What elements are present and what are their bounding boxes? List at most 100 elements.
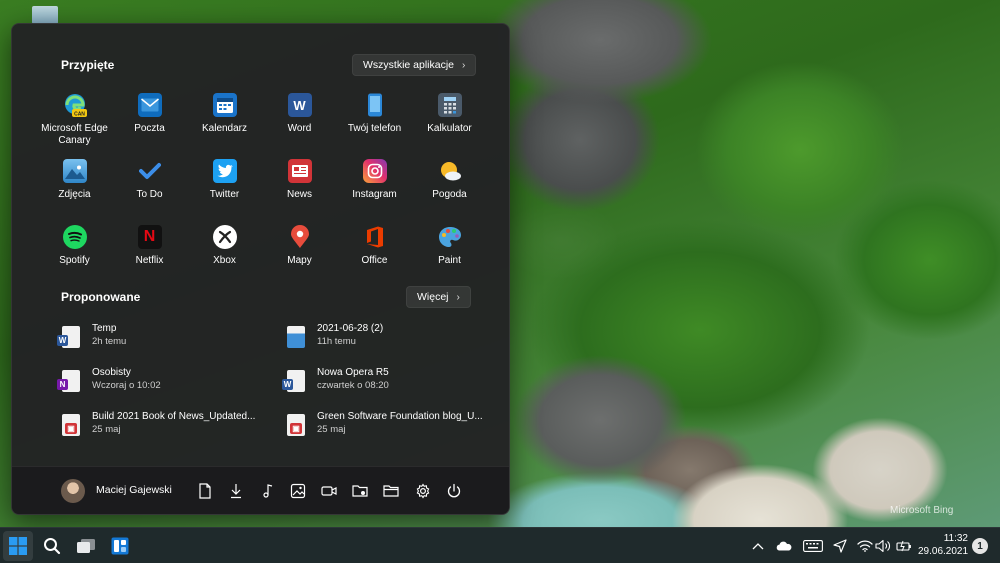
app-label: Twój telefon xyxy=(347,123,402,134)
app-label: Xbox xyxy=(213,255,236,266)
pinned-app-pogoda[interactable]: Pogoda xyxy=(412,156,487,222)
clock-time: 11:32 xyxy=(943,533,968,544)
avatar[interactable] xyxy=(61,479,85,503)
recommended-list: W Temp 2h temu 2021-06-28 (2) 11h temu N O… xyxy=(57,322,492,454)
pinned-app-news[interactable]: News xyxy=(262,156,337,222)
chevron-right-icon: › xyxy=(462,59,466,71)
app-label: Mapy xyxy=(287,255,312,266)
music-icon[interactable] xyxy=(257,481,277,501)
calculator-icon xyxy=(437,93,462,117)
pinned-app-office[interactable]: Office xyxy=(337,222,412,288)
wifi-icon[interactable] xyxy=(856,537,874,555)
recommended-name: Build 2021 Book of News_Updated... xyxy=(92,411,256,422)
search-icon xyxy=(44,538,61,555)
recommended-time: 25 maj xyxy=(92,424,121,435)
recommended-title: Proponowane xyxy=(61,290,141,304)
recommended-item[interactable]: ▣ Green Software Foundation blog_U... 25 … xyxy=(287,410,492,454)
app-label: News xyxy=(286,189,312,200)
pdf-file-icon: ▣ xyxy=(62,414,80,436)
downloads-icon[interactable] xyxy=(226,481,246,501)
recommended-item[interactable]: W Temp 2h temu xyxy=(57,322,287,366)
recommended-time: 11h temu xyxy=(317,336,356,347)
recommended-name: Osobisty xyxy=(92,367,131,378)
calendar-icon xyxy=(212,93,237,117)
volume-icon[interactable] xyxy=(874,537,892,555)
more-button[interactable]: Więcej › xyxy=(406,286,471,308)
all-apps-label: Wszystkie aplikacje xyxy=(363,59,455,71)
recommended-item[interactable]: N Osobisty Wczoraj o 10:02 xyxy=(57,366,287,410)
pdf-file-icon: ▣ xyxy=(287,414,305,436)
videos-icon[interactable] xyxy=(319,481,339,501)
image-file-icon xyxy=(287,326,305,348)
widgets-icon xyxy=(111,537,129,555)
pinned-app-word[interactable]: W Word xyxy=(262,90,337,156)
pinned-app-edge-canary[interactable]: CAN Microsoft Edge Canary xyxy=(37,90,112,156)
pinned-app-poczta[interactable]: Poczta xyxy=(112,90,187,156)
app-label: Twitter xyxy=(209,189,240,200)
pinned-app-to-do[interactable]: To Do xyxy=(112,156,187,222)
file-explorer-icon[interactable] xyxy=(381,481,401,501)
pinned-app-twoj-telefon[interactable]: Twój telefon xyxy=(337,90,412,156)
recommended-time: 2h temu xyxy=(92,336,127,347)
start-icon xyxy=(9,537,27,555)
app-label: Netflix xyxy=(135,255,164,266)
pinned-app-kalendarz[interactable]: Kalendarz xyxy=(187,90,262,156)
app-label: Pogoda xyxy=(432,189,467,200)
documents-icon[interactable] xyxy=(195,481,215,501)
bing-watermark: Microsoft Bing xyxy=(890,505,954,516)
start-button[interactable] xyxy=(3,531,33,561)
recommended-name: 2021-06-28 (2) xyxy=(317,323,384,334)
pinned-app-xbox[interactable]: Xbox xyxy=(187,222,262,288)
recommended-item[interactable]: 2021-06-28 (2) 11h temu xyxy=(287,322,492,366)
twitter-icon xyxy=(212,159,237,183)
pinned-app-spotify[interactable]: Spotify xyxy=(37,222,112,288)
widgets-button[interactable] xyxy=(105,531,135,561)
recycle-bin-icon[interactable] xyxy=(32,6,58,24)
app-label: To Do xyxy=(136,189,163,200)
location-icon[interactable] xyxy=(831,537,849,555)
search-button[interactable] xyxy=(37,531,67,561)
battery-icon[interactable] xyxy=(895,537,913,555)
settings-icon[interactable] xyxy=(413,481,433,501)
word-doc-icon: W xyxy=(57,326,80,348)
chevron-up-icon[interactable] xyxy=(749,537,767,555)
pinned-app-instagram[interactable]: Instagram xyxy=(337,156,412,222)
power-icon[interactable] xyxy=(444,481,464,501)
pictures-icon[interactable] xyxy=(288,481,308,501)
pinned-app-kalkulator[interactable]: Kalkulator xyxy=(412,90,487,156)
recommended-time: czwartek o 08:20 xyxy=(317,380,389,391)
spotify-icon xyxy=(62,225,87,249)
task-view-button[interactable] xyxy=(71,531,101,561)
app-label: Zdjęcia xyxy=(58,189,91,200)
xbox-icon xyxy=(212,225,237,249)
netflix-icon: N xyxy=(137,225,162,249)
pinned-app-netflix[interactable]: N Netflix xyxy=(112,222,187,288)
keyboard-icon[interactable] xyxy=(802,537,824,555)
news-icon xyxy=(287,159,312,183)
app-label: Office xyxy=(361,255,388,266)
recommended-item[interactable]: W Nowa Opera R5 czwartek o 08:20 xyxy=(282,366,492,410)
edge-canary-icon: CAN xyxy=(63,93,87,117)
pinned-app-zdjecia[interactable]: Zdjęcia xyxy=(37,156,112,222)
all-apps-button[interactable]: Wszystkie aplikacje › xyxy=(352,54,477,76)
user-name[interactable]: Maciej Gajewski xyxy=(96,484,172,496)
maps-icon xyxy=(288,225,312,249)
word-doc-icon: W xyxy=(282,370,305,392)
pinned-app-twitter[interactable]: Twitter xyxy=(187,156,262,222)
network-folder-icon[interactable] xyxy=(350,481,370,501)
recommended-item[interactable]: ▣ Build 2021 Book of News_Updated... 25 m… xyxy=(62,410,287,454)
paint-icon xyxy=(438,225,462,249)
taskbar: 11:32 29.06.2021 1 xyxy=(0,527,1000,563)
recommended-time: 25 maj xyxy=(317,424,346,435)
notification-badge[interactable]: 1 xyxy=(972,538,988,554)
app-label: Kalendarz xyxy=(201,123,248,134)
pinned-app-paint[interactable]: Paint xyxy=(412,222,487,288)
onedrive-icon[interactable] xyxy=(775,537,793,555)
instagram-icon xyxy=(362,159,387,183)
todo-icon xyxy=(138,159,162,183)
mail-icon xyxy=(137,93,162,117)
pinned-app-mapy[interactable]: Mapy xyxy=(262,222,337,288)
system-clock[interactable]: 11:32 29.06.2021 xyxy=(918,532,968,558)
app-label: Instagram xyxy=(352,189,397,200)
app-label: Paint xyxy=(438,255,461,266)
